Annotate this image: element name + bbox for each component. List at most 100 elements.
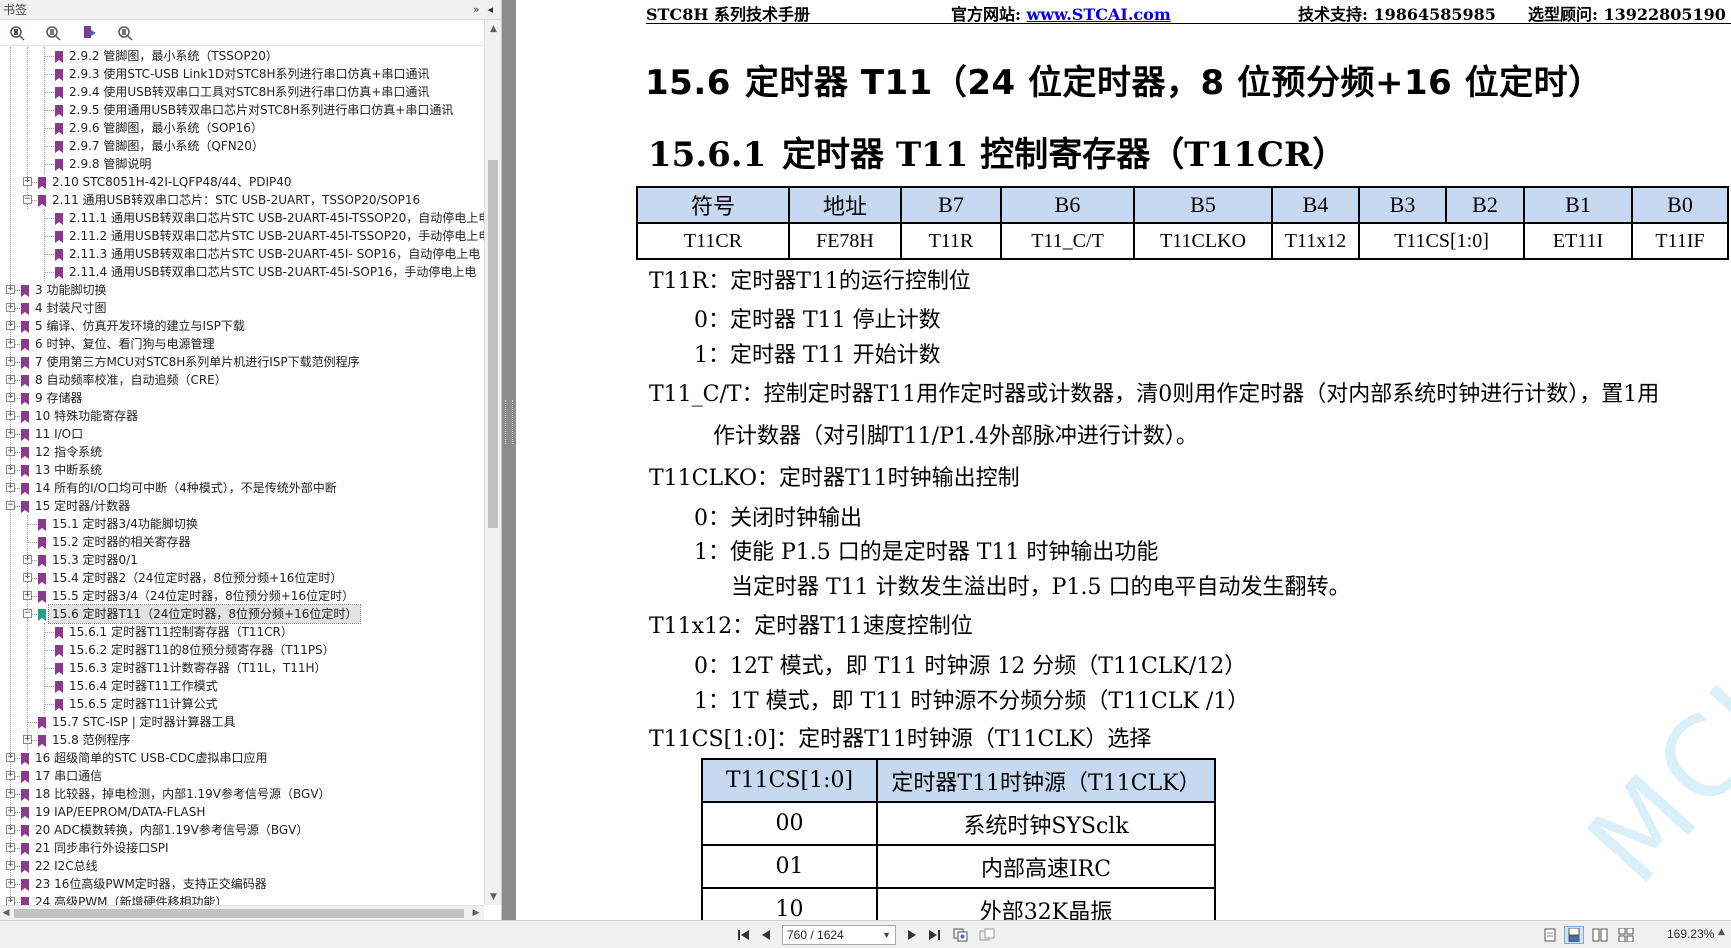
scroll-up-icon[interactable]: ▲: [485, 20, 502, 37]
scroll-down-icon[interactable]: ▼: [485, 888, 502, 905]
expand-icon[interactable]: +: [6, 483, 15, 492]
bookmark-item[interactable]: 15.6.5 定时器T11计算公式: [0, 695, 484, 713]
bookmark-item[interactable]: 2.11.1 通用USB转双串口芯片STC USB-2UART-45I-TSSO…: [0, 209, 484, 227]
bookmark-item[interactable]: 2.9.4 使用USB转双串口工具对STC8H系列进行串口仿真+串口通讯: [0, 83, 484, 101]
expand-icon[interactable]: +: [23, 735, 32, 744]
previous-page-icon[interactable]: [758, 926, 774, 944]
collapse-panel-icon[interactable]: »: [473, 3, 480, 16]
bookmark-item[interactable]: +15.8 范例程序: [0, 731, 484, 749]
bookmark-item[interactable]: +11 I/O口: [0, 425, 484, 443]
bookmark-item[interactable]: 15.6.4 定时器T11工作模式: [0, 677, 484, 695]
bookmark-item[interactable]: +3 功能脚切换: [0, 281, 484, 299]
website-link[interactable]: www.STCAI.com: [1026, 5, 1170, 24]
splitter-grip-icon[interactable]: [505, 400, 513, 444]
bookmark-item[interactable]: 2.9.5 使用通用USB转双串口芯片对STC8H系列进行串口仿真+串口通讯: [0, 101, 484, 119]
bookmark-item[interactable]: +7 使用第三方MCU对STC8H系列单片机进行ISP下载范例程序: [0, 353, 484, 371]
bookmark-item[interactable]: 2.9.3 使用STC-USB Link1D对STC8H系列进行串口仿真+串口通…: [0, 65, 484, 83]
close-panel-icon[interactable]: ◂: [487, 3, 493, 16]
bookmark-item[interactable]: 15.6.3 定时器T11计数寄存器（T11L，T11H）: [0, 659, 484, 677]
zoom-dropdown-icon[interactable]: ▲: [1718, 927, 1725, 937]
bookmark-item[interactable]: +20 ADC模数转换，内部1.19V参考信号源（BGV）: [0, 821, 484, 839]
bookmark-item[interactable]: 2.11.2 通用USB转双串口芯片STC USB-2UART-45I-TSSO…: [0, 227, 484, 245]
single-page-view-icon[interactable]: [1540, 926, 1560, 944]
bookmark-item[interactable]: +12 指令系统: [0, 443, 484, 461]
bookmark-item[interactable]: 2.9.2 管脚图，最小系统（TSSOP20）: [0, 47, 484, 65]
expand-icon[interactable]: +: [6, 357, 15, 366]
expand-icon[interactable]: +: [23, 177, 32, 186]
bookmark-horizontal-scrollbar[interactable]: ◀ ▶: [0, 905, 484, 920]
bookmark-item[interactable]: +16 超级简单的STC USB-CDC虚拟串口应用: [0, 749, 484, 767]
bookmark-item[interactable]: 2.11.4 通用USB转双串口芯片STC USB-2UART-45I-SOP1…: [0, 263, 484, 281]
bookmark-item[interactable]: 15.2 定时器的相关寄存器: [0, 533, 484, 551]
bookmark-item[interactable]: +22 I2C总线: [0, 857, 484, 875]
scrollbar-thumb[interactable]: [488, 160, 498, 528]
panel-splitter[interactable]: [502, 0, 516, 920]
bookmark-item[interactable]: +15.4 定时器2（24位定时器，8位预分频+16位定时）: [0, 569, 484, 587]
expand-icon[interactable]: +: [6, 465, 15, 474]
bookmark-item[interactable]: +15.3 定时器0/1: [0, 551, 484, 569]
bookmark-item[interactable]: +13 中断系统: [0, 461, 484, 479]
expand-icon[interactable]: +: [6, 285, 15, 294]
next-page-icon[interactable]: [904, 926, 920, 944]
bookmark-item[interactable]: +2.10 STC8051H-42I-LQFP48/44、PDIP40: [0, 173, 484, 191]
bookmark-item[interactable]: +5 编译、仿真开发环境的建立与ISP下载: [0, 317, 484, 335]
bookmark-item[interactable]: +23 16位高级PWM定时器，支持正交编码器: [0, 875, 484, 893]
expand-icon[interactable]: +: [6, 303, 15, 312]
expand-icon[interactable]: +: [6, 411, 15, 420]
bookmark-item[interactable]: 2.9.7 管脚图，最小系统（QFN20）: [0, 137, 484, 155]
expand-icon[interactable]: +: [23, 591, 32, 600]
page-number-input[interactable]: 760 / 1624 ▼: [782, 925, 896, 945]
expand-icon[interactable]: +: [6, 825, 15, 834]
chevron-down-icon[interactable]: ▼: [882, 926, 891, 944]
bookmark-item[interactable]: 2.11.3 通用USB转双串口芯片STC USB-2UART-45I- SOP…: [0, 245, 484, 263]
last-page-icon[interactable]: [926, 926, 942, 944]
expand-icon[interactable]: +: [6, 393, 15, 402]
collapse-icon[interactable]: −: [23, 195, 32, 204]
copy-page-icon[interactable]: [952, 926, 970, 944]
expand-icon[interactable]: +: [6, 753, 15, 762]
bookmark-vertical-scrollbar[interactable]: ▲ ▼: [484, 20, 501, 905]
bookmark-expand-icon[interactable]: [42, 23, 64, 43]
scrollbar-thumb[interactable]: [14, 909, 464, 918]
continuous-view-icon[interactable]: [1564, 926, 1584, 944]
bookmark-item[interactable]: 15.1 定时器3/4功能脚切换: [0, 515, 484, 533]
bookmark-item[interactable]: +18 比较器，掉电检测，内部1.19V参考信号源（BGV）: [0, 785, 484, 803]
snapshot-icon[interactable]: [978, 926, 996, 944]
scroll-right-icon[interactable]: ▶: [470, 904, 482, 921]
collapse-icon[interactable]: −: [23, 609, 32, 618]
bookmark-find-icon[interactable]: [114, 23, 136, 43]
collapse-icon[interactable]: −: [6, 501, 15, 510]
expand-icon[interactable]: +: [23, 555, 32, 564]
expand-icon[interactable]: +: [6, 807, 15, 816]
continuous-facing-view-icon[interactable]: [1616, 926, 1636, 944]
expand-icon[interactable]: +: [6, 879, 15, 888]
bookmark-item[interactable]: +8 自动频率校准，自动追频（CRE）: [0, 371, 484, 389]
bookmark-item[interactable]: +24 高级PWM（新增硬件移相功能）: [0, 893, 484, 905]
expand-icon[interactable]: +: [6, 771, 15, 780]
expand-icon[interactable]: +: [6, 339, 15, 348]
bookmark-options-icon[interactable]: [6, 23, 28, 43]
first-page-icon[interactable]: [736, 926, 752, 944]
bookmark-item[interactable]: 15.6.2 定时器T11的8位预分频寄存器（T11PS）: [0, 641, 484, 659]
bookmark-item[interactable]: +4 封装尺寸图: [0, 299, 484, 317]
bookmark-jump-icon[interactable]: [78, 23, 100, 43]
facing-view-icon[interactable]: [1590, 926, 1610, 944]
bookmark-item[interactable]: +21 同步串行外设接口SPI: [0, 839, 484, 857]
expand-icon[interactable]: +: [6, 843, 15, 852]
bookmark-item[interactable]: − 15 定时器/计数器: [0, 497, 484, 515]
bookmark-item[interactable]: 2.9.6 管脚图，最小系统（SOP16）: [0, 119, 484, 137]
bookmark-item[interactable]: 2.9.8 管脚说明: [0, 155, 484, 173]
expand-icon[interactable]: +: [23, 573, 32, 582]
bookmark-item[interactable]: +10 特殊功能寄存器: [0, 407, 484, 425]
bookmark-item[interactable]: +19 IAP/EEPROM/DATA-FLASH: [0, 803, 484, 821]
expand-icon[interactable]: +: [6, 375, 15, 384]
scroll-left-icon[interactable]: ◀: [0, 904, 12, 921]
expand-icon[interactable]: +: [6, 429, 15, 438]
bookmark-item[interactable]: +14 所有的I/O口均可中断（4种模式），不是传统外部中断: [0, 479, 484, 497]
bookmark-item[interactable]: +6 时钟、复位、看门狗与电源管理: [0, 335, 484, 353]
bookmark-item[interactable]: − 15.6 定时器T11（24位定时器，8位预分频+16位定时）: [0, 604, 484, 624]
bookmark-item[interactable]: 15.6.1 定时器T11控制寄存器（T11CR）: [0, 623, 484, 641]
bookmark-item[interactable]: 15.7 STC-ISP | 定时器计算器工具: [0, 713, 484, 731]
bookmark-item[interactable]: +17 串口通信: [0, 767, 484, 785]
expand-icon[interactable]: +: [6, 447, 15, 456]
